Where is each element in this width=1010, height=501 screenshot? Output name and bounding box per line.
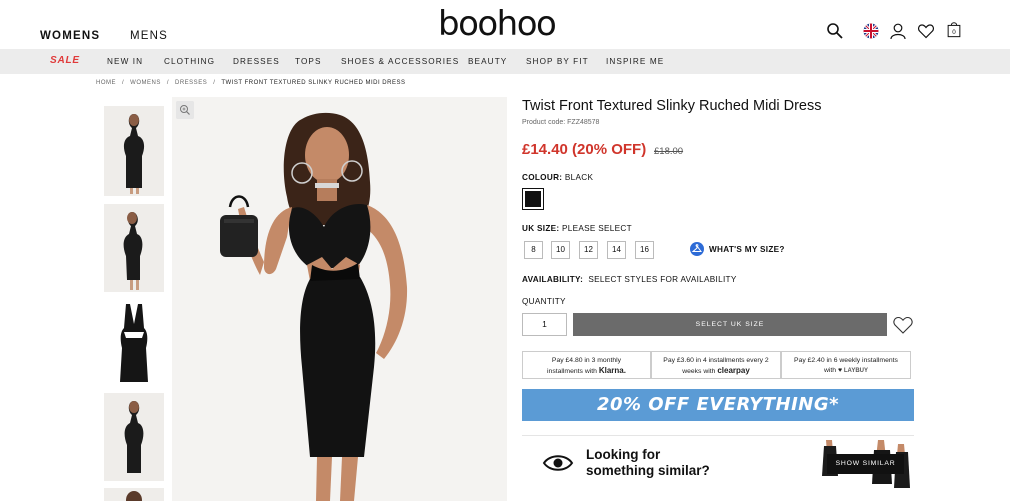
wishlist-icon[interactable] [917, 22, 935, 40]
klarna-line2-text: installments with [547, 368, 597, 375]
breadcrumb-home[interactable]: HOME [96, 80, 116, 86]
product-title: Twist Front Textured Slinky Ruched Midi … [522, 98, 822, 114]
product-was-price: £18.00 [654, 146, 684, 157]
colour-swatch-fill [525, 191, 541, 207]
similar-section: Looking for something similar? SHOW SIMI… [522, 435, 914, 493]
nav-item-beauty[interactable]: BEAUTY [468, 57, 507, 66]
size-value: PLEASE SELECT [562, 224, 632, 233]
colour-swatch-black[interactable] [522, 188, 544, 210]
klarna-line1: Pay £4.80 in 3 monthly [551, 357, 622, 364]
similar-prompt-line2: something similar? [586, 463, 710, 478]
quantity-label: QUANTITY [522, 297, 566, 306]
product-main-image[interactable] [172, 97, 507, 501]
product-thumbnail-1[interactable] [104, 106, 164, 196]
size-label-key: UK SIZE: [522, 224, 560, 233]
klarna-payment-info[interactable]: Pay £4.80 in 3 monthly installments with… [522, 351, 651, 379]
nav-item-inspire-me[interactable]: INSPIRE ME [606, 57, 664, 66]
add-to-bag-button[interactable]: SELECT UK SIZE [573, 313, 887, 336]
breadcrumb-womens[interactable]: WOMENS [130, 80, 161, 86]
nav-item-shop-by-fit[interactable]: SHOP BY FIT [526, 57, 589, 66]
klarna-line2: installments with Klarna. [523, 366, 650, 377]
clearpay-line1: Pay £3.60 in 4 installments every 2 [663, 357, 769, 364]
size-option-12[interactable]: 12 [579, 241, 598, 259]
availability-label: AVAILABILITY: SELECT STYLES FOR AVAILABI… [522, 275, 737, 284]
colour-label-key: COLOUR: [522, 173, 563, 182]
size-label: UK SIZE: PLEASE SELECT [522, 224, 632, 233]
availability-value: SELECT STYLES FOR AVAILABILITY [588, 275, 737, 284]
product-code: Product code: FZZ48578 [522, 119, 600, 126]
colour-value: BLACK [564, 173, 594, 182]
laybuy-line1: Pay £2.40 in 6 weekly installments [794, 357, 898, 364]
product-thumbnail-3[interactable] [104, 300, 164, 386]
size-option-14[interactable]: 14 [607, 241, 626, 259]
clearpay-payment-info[interactable]: Pay £3.60 in 4 installments every 2 week… [651, 351, 781, 379]
hanger-icon [690, 242, 704, 256]
add-to-wishlist-icon[interactable] [892, 314, 914, 336]
size-option-16[interactable]: 16 [635, 241, 654, 259]
account-icon[interactable] [889, 22, 907, 40]
promo-banner[interactable]: 20% OFF EVERYTHING* [522, 389, 914, 421]
eye-icon [542, 455, 574, 471]
product-thumbnail-4[interactable] [104, 393, 164, 481]
breadcrumb-dresses[interactable]: DRESSES [175, 80, 207, 86]
brand-logo[interactable]: boohoo [438, 4, 557, 44]
whats-my-size-link[interactable]: WHAT'S MY SIZE? [690, 242, 785, 257]
size-option-8[interactable]: 8 [524, 241, 543, 259]
breadcrumb-separator: / [213, 80, 216, 86]
nav-item-dresses[interactable]: DRESSES [233, 57, 280, 66]
similar-prompt: Looking for something similar? [586, 447, 710, 479]
nav-item-clothing[interactable]: CLOTHING [164, 57, 215, 66]
availability-label-key: AVAILABILITY: [522, 275, 584, 284]
breadcrumb-separator: / [122, 80, 125, 86]
zoom-icon[interactable] [176, 101, 194, 119]
tab-womens[interactable]: WOMENS [40, 30, 100, 42]
nav-item-new-in[interactable]: NEW IN [107, 57, 143, 66]
nav-item-tops[interactable]: TOPS [295, 57, 322, 66]
show-similar-button[interactable]: SHOW SIMILAR [827, 454, 904, 474]
search-icon[interactable] [826, 22, 844, 40]
laybuy-heart-icon: ♥ [837, 367, 842, 374]
laybuy-logo: LAYBUY [843, 368, 869, 374]
clearpay-line2: weeks with clearpay [652, 366, 780, 377]
main-nav: SALE NEW IN CLOTHING DRESSES TOPS SHOES … [0, 49, 1010, 74]
bag-icon[interactable]: 0 [945, 20, 963, 38]
laybuy-payment-info[interactable]: Pay £2.40 in 6 weekly installments with … [781, 351, 911, 379]
product-thumbnail-2[interactable] [104, 204, 164, 292]
uk-flag-icon[interactable] [862, 22, 880, 40]
size-option-10[interactable]: 10 [551, 241, 570, 259]
product-thumbnail-5[interactable] [104, 488, 164, 501]
breadcrumb: HOME / WOMENS / DRESSES / TWIST FRONT TEXTURED… [96, 80, 405, 86]
nav-item-shoes-accessories[interactable]: SHOES & ACCESSORIES [341, 57, 459, 66]
tab-mens[interactable]: MENS [130, 30, 168, 42]
quantity-input[interactable]: 1 [522, 313, 567, 336]
laybuy-line2-text: with [823, 367, 837, 374]
breadcrumb-separator: / [166, 80, 170, 86]
product-price: £14.40 (20% OFF) [522, 141, 647, 158]
clearpay-line2-text: weeks with [682, 368, 716, 375]
bag-count: 0 [952, 29, 956, 36]
breadcrumb-current: TWIST FRONT TEXTURED SLINKY RUCHED MIDI … [221, 80, 406, 86]
colour-label: COLOUR: BLACK [522, 173, 593, 182]
klarna-logo: Klarna. [598, 366, 626, 375]
site-header: WOMENS MENS boohoo 0 [0, 0, 1010, 49]
nav-item-sale[interactable]: SALE [50, 55, 80, 66]
clearpay-logo: clearpay [717, 366, 750, 375]
whats-my-size-label: WHAT'S MY SIZE? [709, 245, 785, 255]
laybuy-line2: with ♥ LAYBUY [782, 366, 910, 376]
similar-prompt-line1: Looking for [586, 447, 661, 462]
